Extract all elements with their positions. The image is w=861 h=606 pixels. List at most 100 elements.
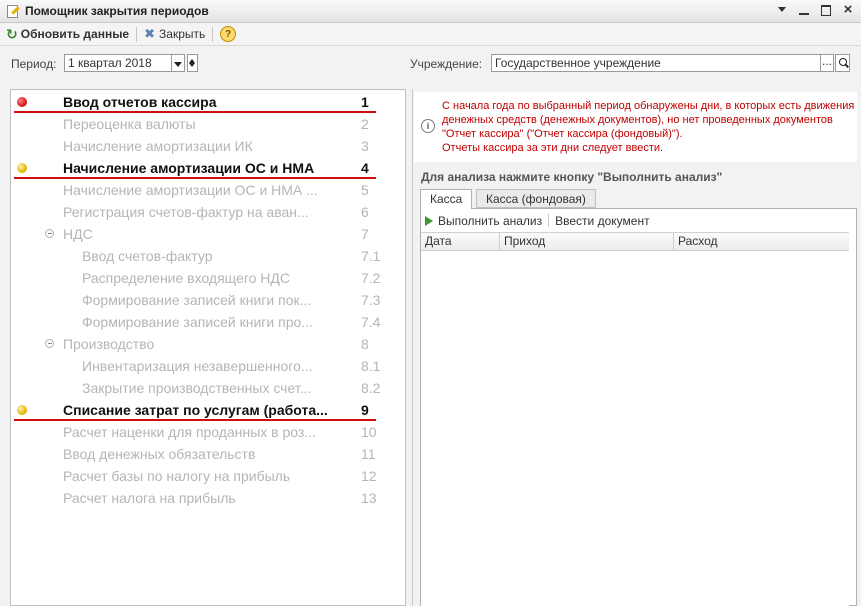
task-number: 7.1	[361, 248, 381, 264]
refresh-label: Обновить данные	[20, 27, 130, 41]
task-row[interactable]: Распределение входящего НДС 7.2	[11, 267, 405, 289]
main-toolbar: ↻ Обновить данные ✖ Закрыть ?	[0, 23, 861, 46]
tab-kassa-fund[interactable]: Касса (фондовая)	[476, 189, 596, 208]
task-label: Регистрация счетов-фактур на аван...	[63, 204, 309, 220]
task-row[interactable]: Расчет наценки для проданных в роз... 10	[11, 421, 405, 443]
window-menu-icon[interactable]	[775, 3, 789, 17]
task-row[interactable]: Формирование записей книги про... 7.4	[11, 311, 405, 333]
column-income[interactable]: Приход	[500, 233, 674, 250]
close-label: Закрыть	[159, 27, 206, 41]
task-label: Расчет базы по налогу на прибыль	[63, 468, 291, 484]
minimize-icon[interactable]	[797, 3, 811, 17]
task-label: Закрытие производственных счет...	[82, 380, 312, 396]
spin-down-icon[interactable]	[189, 63, 195, 70]
period-label: Период:	[11, 57, 57, 71]
task-label: Ввод отчетов кассира	[63, 94, 217, 110]
enter-document-label: Ввести документ	[555, 213, 650, 228]
column-date[interactable]: Дата	[421, 233, 500, 250]
task-number: 7	[361, 226, 369, 242]
task-row[interactable]: Ввод денежных обязательств 11	[11, 443, 405, 465]
window-titlebar: Помощник закрытия периодов ×	[0, 0, 861, 23]
task-number: 8.1	[361, 358, 381, 374]
yellow-status-icon	[17, 163, 27, 173]
task-number: 13	[361, 490, 377, 506]
info-icon: i	[421, 119, 435, 133]
message-line: С начала года по выбранный период обнару…	[442, 100, 855, 112]
task-row[interactable]: Ввод счетов-фактур 7.1	[11, 245, 405, 267]
task-number: 11	[361, 446, 376, 462]
task-row[interactable]: Расчет базы по налогу на прибыль 12	[11, 465, 405, 487]
task-number: 4	[361, 160, 369, 176]
period-dropdown-icon[interactable]	[172, 54, 185, 72]
task-row[interactable]: Закрытие производственных счет... 8.2	[11, 377, 405, 399]
task-number: 7.4	[361, 314, 381, 330]
collapse-icon[interactable]	[45, 229, 54, 238]
task-label: Расчет налога на прибыль	[63, 490, 236, 506]
toolbar-separator	[136, 26, 138, 42]
task-row[interactable]: НДС 7	[11, 223, 405, 245]
task-row[interactable]: Инвентаризация незавершенного... 8.1	[11, 355, 405, 377]
message-line: денежных средств (денежных документов), …	[442, 114, 833, 126]
task-label: Формирование записей книги про...	[82, 314, 313, 330]
task-label: Расчет наценки для проданных в роз...	[63, 424, 317, 440]
task-label: Начисление амортизации ИК	[63, 138, 253, 154]
toolbar-separator	[212, 26, 214, 42]
task-number: 5	[361, 182, 369, 198]
task-number: 8	[361, 336, 369, 352]
tab-kassa[interactable]: Касса	[420, 189, 473, 209]
document-edit-icon	[5, 4, 20, 18]
close-window-icon[interactable]: ×	[841, 2, 855, 17]
task-number: 7.3	[361, 292, 381, 308]
institution-label: Учреждение:	[410, 57, 483, 71]
task-label: Инвентаризация незавершенного...	[82, 358, 313, 374]
task-row[interactable]: Переоценка валюты 2	[11, 113, 405, 135]
task-row[interactable]: Регистрация счетов-фактур на аван... 6	[11, 201, 405, 223]
spin-up-icon[interactable]	[189, 56, 195, 63]
task-row[interactable]: Формирование записей книги пок... 7.3	[11, 289, 405, 311]
message-line: Отчеты кассира за эти дни следует ввести…	[442, 142, 664, 154]
task-row[interactable]: Ввод отчетов кассира 1	[11, 91, 405, 113]
institution-input[interactable]: Государственное учреждение	[491, 54, 821, 72]
maximize-icon[interactable]	[819, 3, 833, 17]
task-number: 3	[361, 138, 369, 154]
task-number: 7.2	[361, 270, 381, 286]
task-label: Начисление амортизации ОС и НМА	[63, 160, 315, 176]
period-spinner[interactable]	[187, 54, 198, 72]
task-label: Производство	[63, 336, 155, 352]
institution-select-button[interactable]: ...	[821, 54, 834, 72]
window-controls: ×	[775, 2, 855, 17]
task-row[interactable]: Начисление амортизации ОС и НМА 4	[11, 157, 405, 179]
red-status-icon	[17, 97, 27, 107]
search-icon[interactable]	[835, 54, 850, 72]
task-row[interactable]: Списание затрат по услугам (работа... 9	[11, 399, 405, 421]
task-list: Ввод отчетов кассира 1 Переоценка валюты 2 Н…	[10, 89, 406, 606]
close-button[interactable]: ✖ Закрыть	[144, 26, 205, 42]
task-row[interactable]: Начисление амортизации ИК 3	[11, 135, 405, 157]
task-label: Ввод денежных обязательств	[63, 446, 256, 462]
task-label: НДС	[63, 226, 93, 242]
task-row[interactable]: Начисление амортизации ОС и НМА ... 5	[11, 179, 405, 201]
analysis-toolbar: Выполнить анализ Ввести документ	[425, 212, 650, 229]
enter-document-button[interactable]: Ввести документ	[555, 214, 649, 228]
task-number: 1	[361, 94, 369, 110]
task-number: 8.2	[361, 380, 381, 396]
task-number: 2	[361, 116, 369, 132]
refresh-button[interactable]: ↻ Обновить данные	[6, 26, 129, 43]
collapse-icon[interactable]	[45, 339, 54, 348]
analysis-hint: Для анализа нажмите кнопку "Выполнить ан…	[421, 170, 723, 184]
task-label: Списание затрат по услугам (работа...	[63, 402, 328, 418]
refresh-icon: ↻	[6, 25, 18, 42]
column-expense[interactable]: Расход	[674, 233, 849, 250]
task-number: 6	[361, 204, 369, 220]
toolbar-separator	[548, 214, 550, 227]
run-analysis-button[interactable]: Выполнить анализ	[425, 214, 542, 228]
task-row[interactable]: Расчет налога на прибыль 13	[11, 487, 405, 509]
task-label: Формирование записей книги пок...	[82, 292, 312, 308]
task-row[interactable]: Производство 8	[11, 333, 405, 355]
close-icon: ✖	[144, 26, 156, 41]
message-line: "Отчет кассира" ("Отчет кассира (фондовы…	[442, 128, 683, 140]
task-number: 12	[361, 468, 377, 484]
run-analysis-label: Выполнить анализ	[438, 213, 543, 228]
period-input[interactable]: 1 квартал 2018	[64, 54, 172, 72]
help-icon[interactable]: ?	[220, 26, 237, 42]
